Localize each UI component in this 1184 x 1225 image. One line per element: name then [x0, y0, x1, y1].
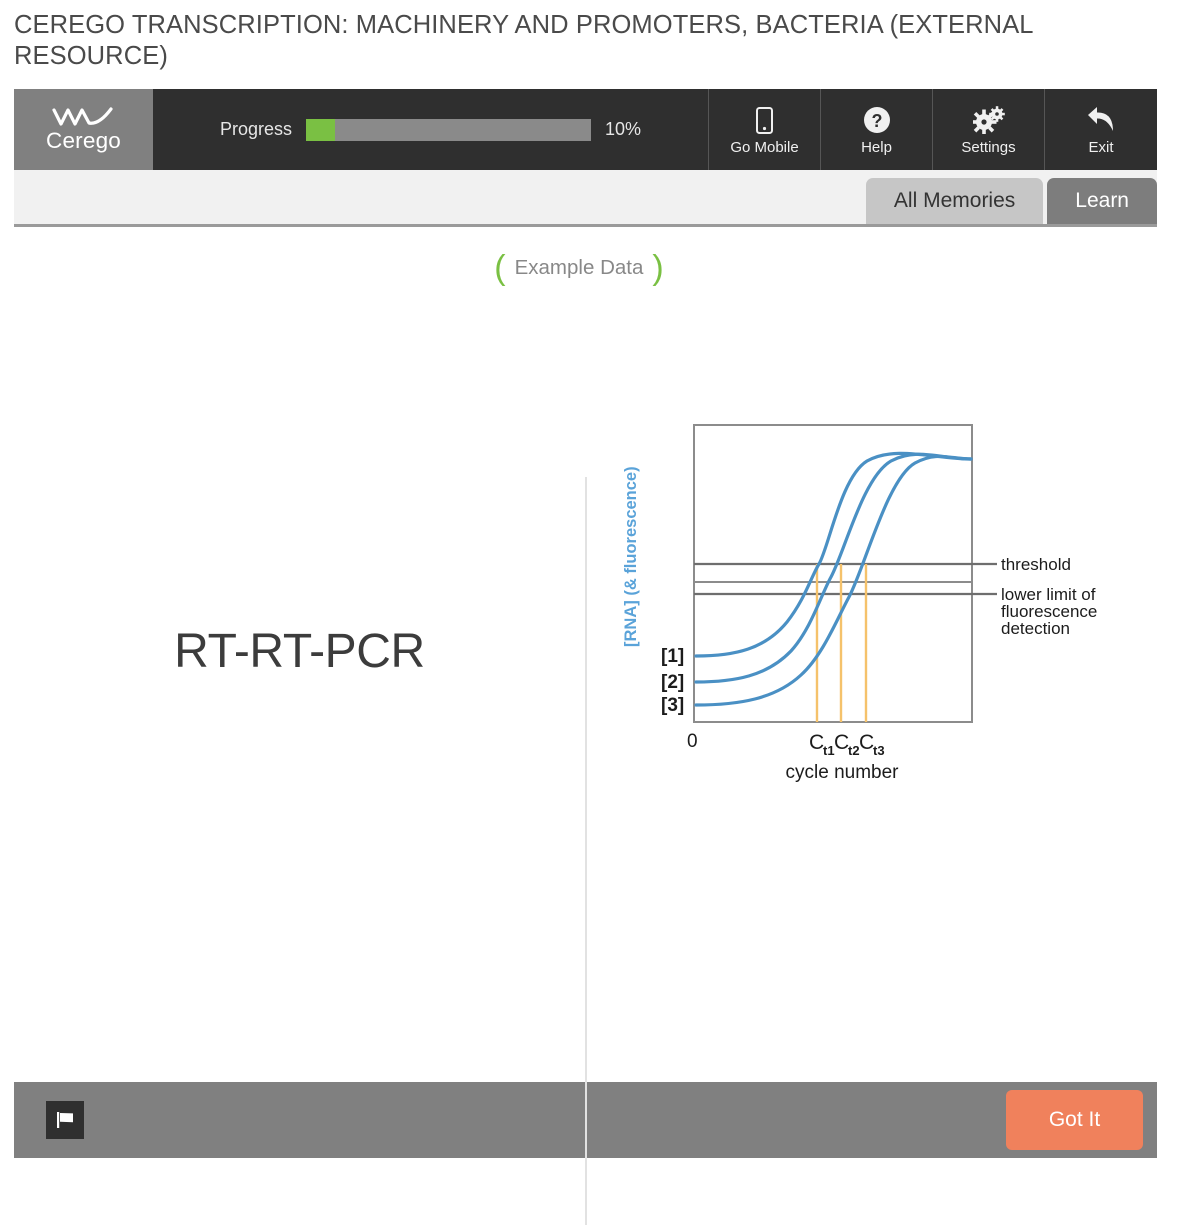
- tab-all-memories-label: All Memories: [893, 189, 1016, 212]
- prompt-pane: RT-RT-PCR: [14, 227, 585, 1082]
- tab-learn-label: Learn: [1075, 189, 1129, 212]
- ct3-sub: t3: [873, 743, 885, 758]
- series-label-3: [3]: [661, 695, 684, 716]
- settings-button[interactable]: Settings: [933, 89, 1045, 170]
- cerego-app-frame: Cerego Progress 10% Go Mobile ? Help Set…: [14, 89, 1157, 1225]
- page-title: CEREGO TRANSCRIPTION: MACHINERY AND PROM…: [14, 11, 1033, 70]
- chart-y-axis-label: [RNA] (& fluorescence): [622, 466, 640, 647]
- progress-percent: 10%: [605, 119, 642, 139]
- cerego-wordmark: Cerego: [46, 128, 121, 153]
- ct1-sub: t1: [823, 743, 835, 758]
- rt-pcr-amplification-chart: [RNA] (& fluorescence) [1] [2] [3] thres…: [622, 424, 1097, 783]
- go-mobile-label: Go Mobile: [730, 138, 799, 156]
- svg-text:?: ?: [871, 111, 882, 131]
- arrow-back-icon: [1085, 104, 1117, 134]
- help-button[interactable]: ? Help: [821, 89, 933, 170]
- ct3-tick-label: C t3: [859, 731, 885, 758]
- series-label-1: [1]: [661, 646, 684, 667]
- progress-bar-fill: [306, 118, 335, 141]
- ct2-tick-label: C t2: [834, 731, 860, 758]
- exit-label: Exit: [1088, 138, 1114, 156]
- progress-label: Progress: [219, 119, 292, 139]
- chart-x-axis-label: cycle number: [786, 762, 900, 783]
- tab-all-memories[interactable]: All Memories: [865, 178, 1044, 224]
- tab-learn[interactable]: Learn: [1047, 178, 1157, 224]
- ct1-tick-label: C t1: [809, 731, 835, 758]
- ct3-base: C: [859, 731, 874, 754]
- lower-limit-annotation-line-3: detection: [1001, 619, 1070, 638]
- go-mobile-button[interactable]: Go Mobile: [709, 89, 821, 170]
- progress-section: Progress 10%: [153, 89, 709, 170]
- help-label: Help: [861, 138, 892, 156]
- ct2-sub: t2: [848, 743, 860, 758]
- figure-pane: [RNA] (& fluorescence) [1] [2] [3] thres…: [585, 227, 1157, 1082]
- settings-label: Settings: [961, 138, 1016, 156]
- x-axis-tick-zero: 0: [687, 731, 698, 752]
- mobile-phone-icon: [756, 104, 773, 134]
- threshold-annotation-label: threshold: [1001, 555, 1071, 574]
- learn-content: ( Example Data ) RT-RT-PCR [RNA] (& fluo…: [14, 227, 1157, 1225]
- flag-button[interactable]: [46, 1101, 84, 1139]
- question-circle-icon: ?: [863, 104, 891, 134]
- exit-button[interactable]: Exit: [1045, 89, 1157, 170]
- wave-squiggle-icon: [51, 107, 113, 126]
- ct2-base: C: [834, 731, 849, 754]
- prompt-term: RT-RT-PCR: [174, 625, 425, 678]
- flag-icon: [57, 1112, 73, 1128]
- got-it-button[interactable]: Got It: [1006, 1090, 1143, 1150]
- ct1-base: C: [809, 731, 824, 754]
- progress-bar: [306, 118, 591, 141]
- cerego-logo[interactable]: Cerego: [14, 89, 153, 170]
- tab-strip: All Memories Learn: [14, 170, 1157, 227]
- gears-icon: [972, 104, 1005, 134]
- top-toolbar: Cerego Progress 10% Go Mobile ? Help Set…: [14, 89, 1157, 170]
- series-label-2: [2]: [661, 672, 684, 693]
